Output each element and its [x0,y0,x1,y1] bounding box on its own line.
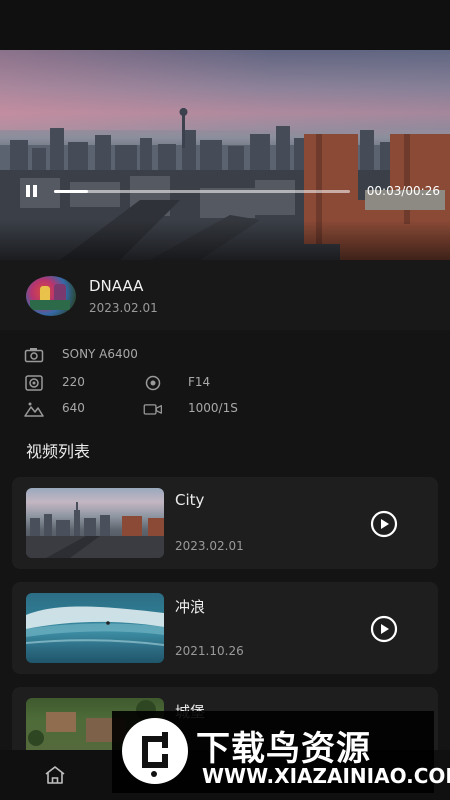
video-thumbnail [26,488,164,558]
video-list-title: 视频列表 [26,442,91,461]
iso-value: 220 [62,375,85,389]
camera-model: SONY A6400 [62,347,138,361]
camera-icon [24,348,44,363]
video-title: City [175,491,205,509]
video-date: 2021.10.26 [175,644,244,658]
pause-icon [26,185,30,197]
video-list-item-surf[interactable]: 冲浪 2021.10.26 [12,582,438,674]
shutter-value: 1000/1S [188,401,238,415]
status-bar [0,0,450,50]
play-icon[interactable] [370,615,398,643]
exposure-icon [24,402,44,417]
home-icon[interactable] [44,765,66,785]
progress-fill [54,190,89,193]
author-section [0,260,450,330]
iso-icon [25,375,43,391]
exposure-value: 640 [62,401,85,415]
progress-bar[interactable] [54,190,350,193]
video-title: 冲浪 [175,598,206,616]
video-list-item-city[interactable]: City 2023.02.01 [12,477,438,569]
video-thumbnail [26,593,164,663]
aperture-value: F14 [188,375,211,389]
pause-icon-bar [33,185,37,197]
watermark-title: 下载鸟资源 [196,729,371,769]
author-name[interactable]: DNAAA [89,277,143,295]
play-icon[interactable] [370,510,398,538]
author-date: 2023.02.01 [89,301,158,315]
watermark-url: WWW.XIAZAINIAO.COM [202,764,450,788]
timecode: 00:03/00:26 [366,184,440,198]
video-camera-icon [143,404,162,415]
avatar[interactable] [26,276,76,316]
pause-button[interactable] [24,185,40,199]
aperture-icon [145,375,161,391]
video-player[interactable] [0,50,450,260]
player-controls-overlay [0,220,450,260]
video-date: 2023.02.01 [175,539,244,553]
watermark-logo [122,718,188,784]
